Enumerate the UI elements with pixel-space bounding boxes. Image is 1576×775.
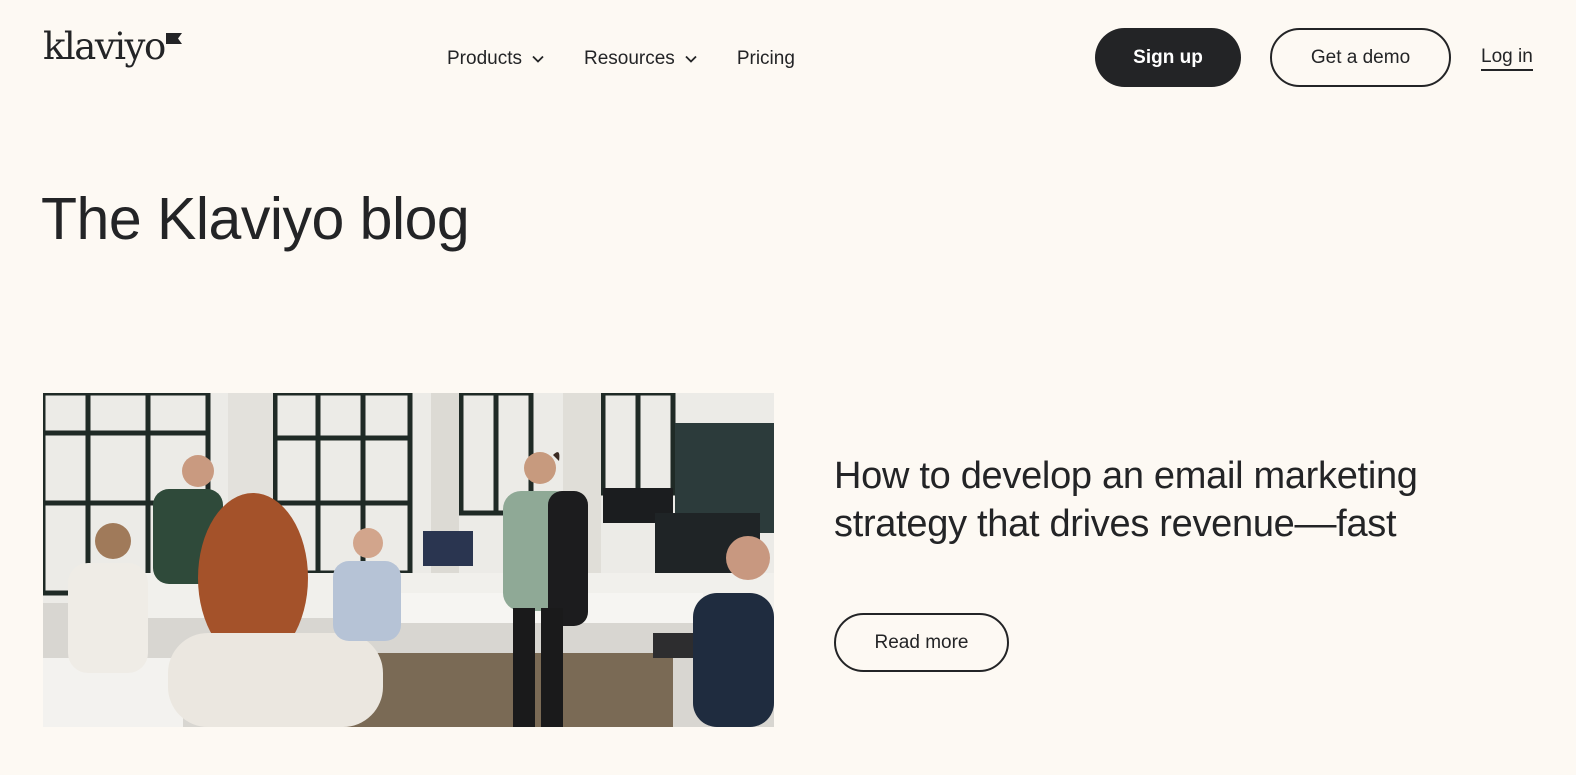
chevron-down-icon [532,55,544,63]
main-nav: Products Resources Pricing [447,44,795,74]
nav-products[interactable]: Products [447,48,544,70]
klaviyo-logo[interactable]: klaviyo [43,28,182,65]
featured-article-title[interactable]: How to develop an email marketing strate… [834,452,1434,548]
nav-resources[interactable]: Resources [584,48,697,70]
office-meeting-photo [43,393,774,727]
signup-button[interactable]: Sign up [1095,28,1241,87]
get-demo-button[interactable]: Get a demo [1270,28,1451,87]
featured-article-image[interactable] [43,393,774,727]
read-more-button[interactable]: Read more [834,613,1009,672]
site-header: klaviyo Products Resources Pricing Sign … [0,0,1576,118]
nav-pricing[interactable]: Pricing [737,48,795,70]
nav-resources-label: Resources [583,48,675,69]
logo-wordmark: klaviyo [43,25,166,68]
login-link[interactable]: Log in [1481,45,1533,71]
nav-pricing-label: Pricing [736,48,795,69]
chevron-down-icon [685,55,697,63]
flag-icon [165,33,182,44]
page-title: The Klaviyo blog [41,186,470,252]
nav-products-label: Products [447,48,522,69]
